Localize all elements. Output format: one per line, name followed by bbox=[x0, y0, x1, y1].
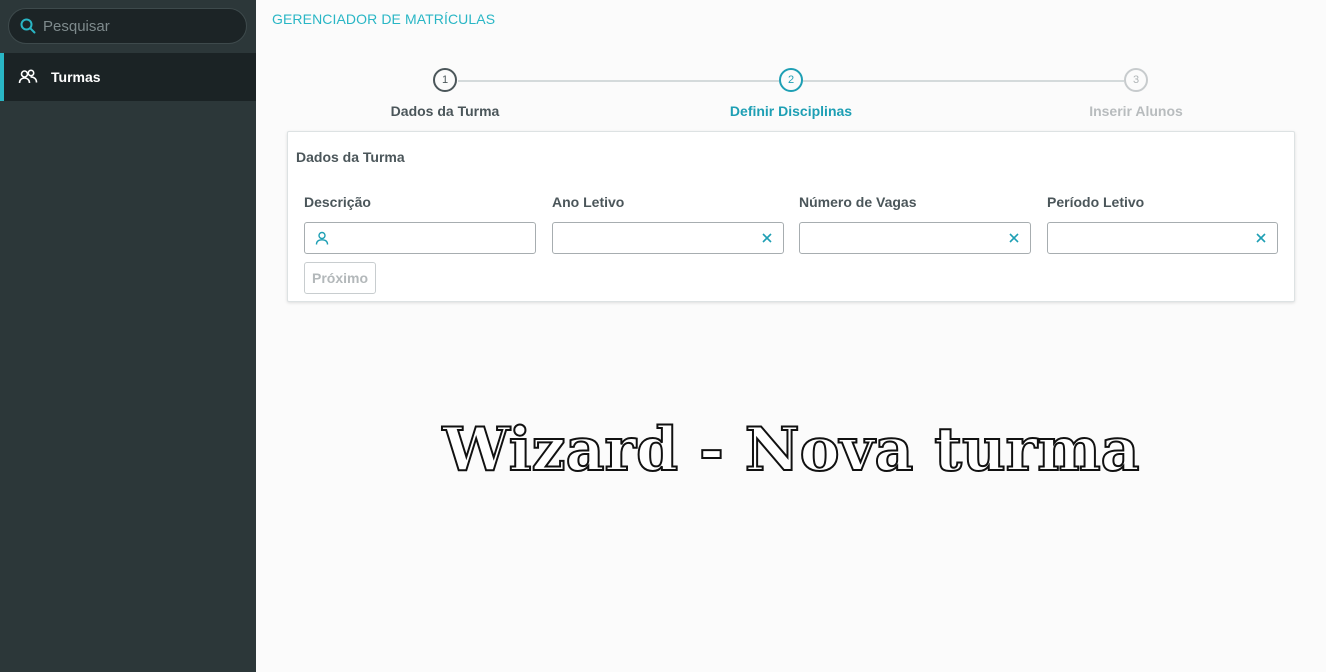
search-box bbox=[8, 8, 247, 44]
page-title: GERENCIADOR DE MATRÍCULAS bbox=[272, 11, 496, 27]
descricao-field bbox=[304, 222, 536, 254]
sidebar-item-turmas[interactable]: Turmas bbox=[0, 53, 256, 101]
periodo-letivo-input[interactable] bbox=[1048, 223, 1277, 253]
step-1-label[interactable]: Dados da Turma bbox=[345, 103, 545, 119]
sidebar-item-label: Turmas bbox=[51, 69, 101, 85]
overlay-caption: Wizard - Nova turma bbox=[441, 414, 1140, 486]
periodo-letivo-field bbox=[1047, 222, 1278, 254]
search-input[interactable] bbox=[8, 8, 247, 44]
close-icon[interactable] bbox=[761, 232, 773, 244]
periodo-letivo-label: Período Letivo bbox=[1047, 194, 1145, 210]
ano-letivo-field bbox=[552, 222, 784, 254]
ano-letivo-input[interactable] bbox=[553, 223, 783, 253]
step-1-circle[interactable]: 1 bbox=[433, 68, 457, 92]
descricao-input[interactable] bbox=[305, 223, 535, 253]
card-title: Dados da Turma bbox=[296, 149, 405, 165]
users-icon bbox=[18, 69, 38, 84]
step-connector bbox=[803, 80, 1124, 82]
close-icon[interactable] bbox=[1255, 232, 1267, 244]
app-root: Turmas GERENCIADOR DE MATRÍCULAS 1 Dados… bbox=[0, 0, 1326, 672]
numero-vagas-label: Número de Vagas bbox=[799, 194, 917, 210]
step-2-number: 2 bbox=[787, 74, 795, 86]
step-2-label[interactable]: Definir Disciplinas bbox=[691, 103, 891, 119]
ano-letivo-label: Ano Letivo bbox=[552, 194, 625, 210]
step-2-circle[interactable]: 2 bbox=[779, 68, 803, 92]
step-3-number: 3 bbox=[1132, 74, 1140, 86]
step-3-label: Inserir Alunos bbox=[1089, 103, 1183, 119]
next-button[interactable]: Próximo bbox=[304, 262, 376, 294]
user-icon bbox=[315, 231, 329, 245]
numero-vagas-field bbox=[799, 222, 1031, 254]
sidebar: Turmas bbox=[0, 0, 256, 672]
numero-vagas-input[interactable] bbox=[800, 223, 1030, 253]
step-3-circle: 3 bbox=[1124, 68, 1148, 92]
search-icon bbox=[20, 18, 36, 34]
form-card: Dados da Turma Descrição Ano Letivo Núme… bbox=[287, 131, 1295, 302]
descricao-label: Descrição bbox=[304, 194, 371, 210]
step-connector bbox=[458, 80, 779, 82]
main-content: GERENCIADOR DE MATRÍCULAS 1 Dados da Tur… bbox=[256, 0, 1326, 672]
close-icon[interactable] bbox=[1008, 232, 1020, 244]
step-1-number: 1 bbox=[441, 74, 449, 86]
